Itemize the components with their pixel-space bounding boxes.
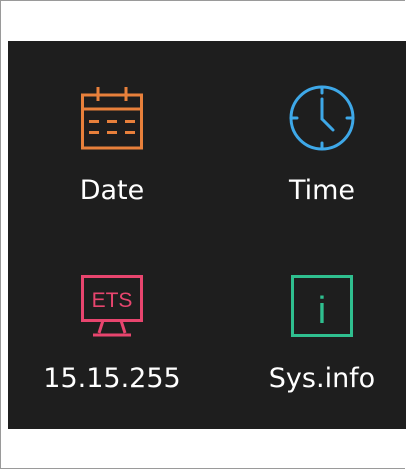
ets-monitor-icon: ETS xyxy=(81,275,143,337)
ets-address-tile[interactable]: ETS 15.15.255 xyxy=(22,229,202,394)
sys-info-label: Sys.info xyxy=(268,363,376,394)
time-tile[interactable]: Time xyxy=(232,41,406,206)
ets-icon-text: ETS xyxy=(92,289,133,312)
info-icon-text: i xyxy=(318,290,326,332)
info-icon: i xyxy=(291,275,353,337)
calendar-icon xyxy=(81,87,143,150)
clock-icon xyxy=(289,85,355,151)
menu-screen: Date Time ETS 15.15.255 i Sys.info xyxy=(8,41,406,429)
date-tile[interactable]: Date xyxy=(22,41,202,206)
ets-address-label: 15.15.255 xyxy=(43,363,181,394)
time-label: Time xyxy=(288,175,356,206)
device-frame: Date Time ETS 15.15.255 i Sys.info xyxy=(0,0,406,469)
date-label: Date xyxy=(79,175,145,206)
sys-info-tile[interactable]: i Sys.info xyxy=(232,229,406,394)
